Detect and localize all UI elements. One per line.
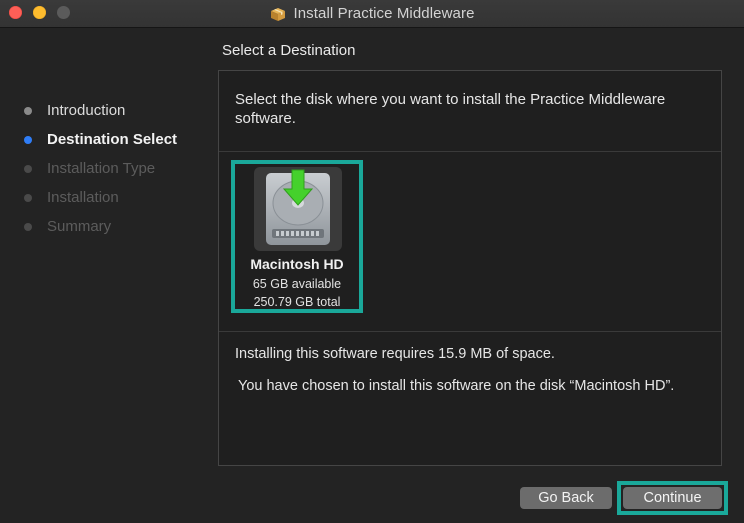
step-installation: Installation — [22, 183, 212, 212]
intro-text: Select the disk where you want to instal… — [235, 91, 666, 127]
space-requirement-text: Installing this software requires 15.9 M… — [235, 346, 555, 362]
divider — [219, 331, 721, 332]
continue-button[interactable]: Continue — [623, 487, 722, 509]
window-title-group: Install Practice Middleware — [0, 0, 744, 27]
installer-window: Install Practice Middleware Introduction… — [0, 0, 744, 523]
step-status-dot — [24, 193, 32, 202]
step-label: Destination Select — [47, 131, 178, 148]
disk-name: Macintosh HD — [250, 256, 344, 272]
window-title: Install Practice Middleware — [293, 5, 475, 22]
step-summary: Summary — [22, 212, 212, 241]
installer-steps-sidebar: Introduction Destination Select Installa… — [22, 96, 212, 241]
package-icon — [269, 5, 287, 23]
step-label: Introduction — [47, 102, 126, 119]
divider — [219, 151, 721, 152]
step-destination-select: Destination Select — [22, 125, 212, 154]
step-introduction: Introduction — [22, 96, 212, 125]
chosen-disk-text: You have chosen to install this software… — [238, 378, 675, 394]
page-title: Select a Destination — [222, 42, 356, 59]
step-installation-type: Installation Type — [22, 154, 212, 183]
step-label: Installation Type — [47, 160, 156, 177]
step-status-dot — [24, 135, 32, 144]
title-bar[interactable]: Install Practice Middleware — [0, 0, 744, 28]
step-label: Summary — [47, 218, 112, 235]
step-status-dot — [24, 106, 32, 115]
disk-total-space: 250.79 GB total — [253, 295, 341, 309]
step-status-dot — [24, 222, 32, 231]
destination-panel: Select the disk where you want to instal… — [218, 70, 722, 466]
disk-available-space: 65 GB available — [252, 277, 342, 291]
step-status-dot — [24, 164, 32, 173]
step-label: Installation — [47, 189, 119, 206]
disk-macintosh-hd[interactable]: Macintosh HD 65 GB available 250.79 GB t… — [231, 160, 363, 313]
go-back-button[interactable]: Go Back — [520, 487, 612, 509]
hard-drive-icon — [254, 167, 342, 251]
